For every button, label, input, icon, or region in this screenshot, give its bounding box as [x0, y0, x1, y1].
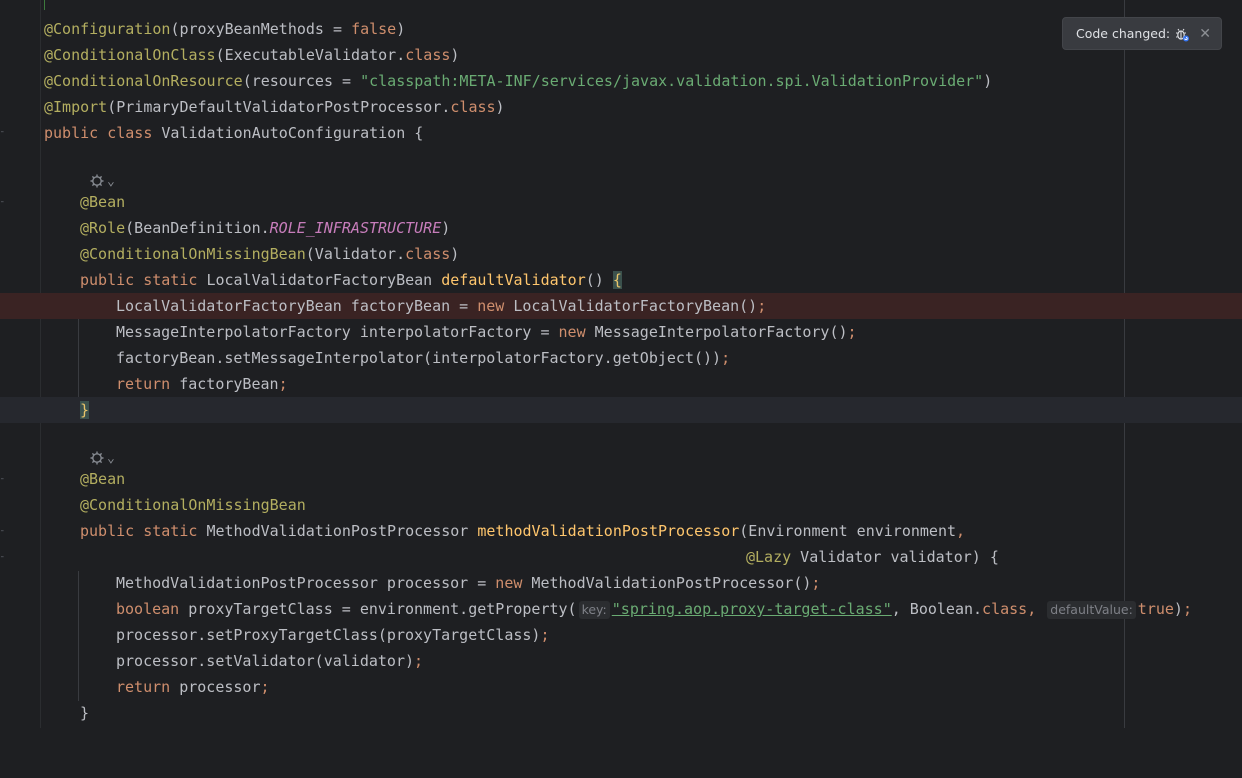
keyword: class	[107, 124, 153, 142]
bug-reload-icon[interactable]	[1174, 26, 1190, 42]
code-line[interactable]: public class ValidationAutoConfiguration…	[0, 120, 1242, 146]
keyword: class	[405, 46, 451, 64]
annotation: @Bean	[80, 193, 126, 211]
keyword: new	[477, 297, 505, 315]
annotation: @Configuration	[44, 20, 171, 38]
string-literal: "classpath:META-INF/services/javax.valid…	[360, 72, 984, 90]
code-line[interactable]: @Configuration(proxyBeanMethods = false)	[0, 16, 1242, 42]
keyword: class	[450, 98, 496, 116]
code-line[interactable]: MethodValidationPostProcessor processor …	[0, 570, 1242, 596]
code-line[interactable]: @ConditionalOnClass(ExecutableValidator.…	[0, 42, 1242, 68]
code-line[interactable]: public static MethodValidationPostProces…	[0, 518, 1242, 544]
keyword: new	[558, 323, 586, 341]
string-literal[interactable]: "spring.aop.proxy-target-class"	[612, 600, 892, 618]
method-name: defaultValidator	[441, 271, 586, 289]
breakpoint-line[interactable]: LocalValidatorFactoryBean factoryBean = …	[0, 293, 1242, 319]
code-line[interactable]: return processor;	[0, 674, 1242, 700]
notification-text: Code changed:	[1076, 26, 1171, 41]
caret-line[interactable]: }	[0, 397, 1242, 423]
keyword: true	[1137, 600, 1174, 618]
keyword: static	[143, 271, 198, 289]
code-line[interactable]: @Import(PrimaryDefaultValidatorPostProce…	[0, 94, 1242, 120]
spring-bean-icon	[90, 451, 104, 465]
keyword: public	[44, 124, 99, 142]
code-editor[interactable]: ⁃ ⁃ ⁃ ⁃ ⁃ @Configuration(proxyBeanMethod…	[0, 0, 1242, 728]
keyword: static	[143, 522, 198, 540]
code-line[interactable]: processor.setValidator(validator);	[0, 648, 1242, 674]
keyword: public	[80, 271, 135, 289]
code-line[interactable]: processor.setProxyTargetClass(proxyTarge…	[0, 622, 1242, 648]
code-line[interactable]: @Bean	[0, 466, 1242, 492]
annotation: @ConditionalOnMissingBean	[80, 496, 306, 514]
code-line[interactable]: @ConditionalOnMissingBean	[0, 492, 1242, 518]
code-line[interactable]: }	[0, 700, 1242, 726]
annotation: @Import	[44, 98, 108, 116]
bean-gutter-action[interactable]: ⌄	[89, 171, 115, 191]
bean-gutter-action[interactable]: ⌄	[89, 448, 115, 468]
keyword: false	[351, 20, 397, 38]
matched-brace: }	[80, 401, 90, 419]
keyword: return	[116, 375, 171, 393]
code-line[interactable]: @Bean	[0, 189, 1242, 215]
annotation: @ConditionalOnClass	[44, 46, 216, 64]
annotation: @ConditionalOnResource	[44, 72, 243, 90]
keyword: class	[405, 245, 451, 263]
code-line[interactable]: MessageInterpolatorFactory interpolatorF…	[0, 319, 1242, 345]
annotation: @Lazy	[746, 548, 792, 566]
parameter-hint-key: key:	[578, 601, 610, 619]
code-line[interactable]: factoryBean.setMessageInterpolator(inter…	[0, 345, 1242, 371]
keyword: return	[116, 678, 171, 696]
annotation: @Bean	[80, 470, 126, 488]
keyword: new	[495, 574, 523, 592]
keyword: class	[982, 600, 1028, 618]
keyword: boolean	[116, 600, 180, 618]
vcs-change-marker	[44, 0, 45, 10]
code-changed-notification[interactable]: Code changed: ✕	[1062, 17, 1222, 50]
chevron-down-icon: ⌄	[107, 450, 115, 466]
spring-bean-icon	[90, 174, 104, 188]
code-line[interactable]: @Lazy Validator validator) {	[0, 544, 1242, 570]
constant: ROLE_INFRASTRUCTURE	[269, 219, 442, 237]
code-line[interactable]: @ConditionalOnMissingBean(Validator.clas…	[0, 241, 1242, 267]
method-name: methodValidationPostProcessor	[477, 522, 740, 540]
keyword: public	[80, 522, 135, 540]
matched-brace: {	[612, 271, 622, 289]
code-line[interactable]: public static LocalValidatorFactoryBean …	[0, 267, 1242, 293]
chevron-down-icon: ⌄	[107, 173, 115, 189]
annotation: @ConditionalOnMissingBean	[80, 245, 306, 263]
close-icon[interactable]: ✕	[1199, 26, 1211, 42]
parameter-hint-default-value: defaultValue:	[1047, 601, 1136, 619]
code-line[interactable]: return factoryBean;	[0, 371, 1242, 397]
code-line[interactable]: @Role(BeanDefinition.ROLE_INFRASTRUCTURE…	[0, 215, 1242, 241]
annotation: @Role	[80, 219, 126, 237]
code-line[interactable]: boolean proxyTargetClass = environment.g…	[0, 596, 1242, 622]
code-line[interactable]: @ConditionalOnResource(resources = "clas…	[0, 68, 1242, 94]
